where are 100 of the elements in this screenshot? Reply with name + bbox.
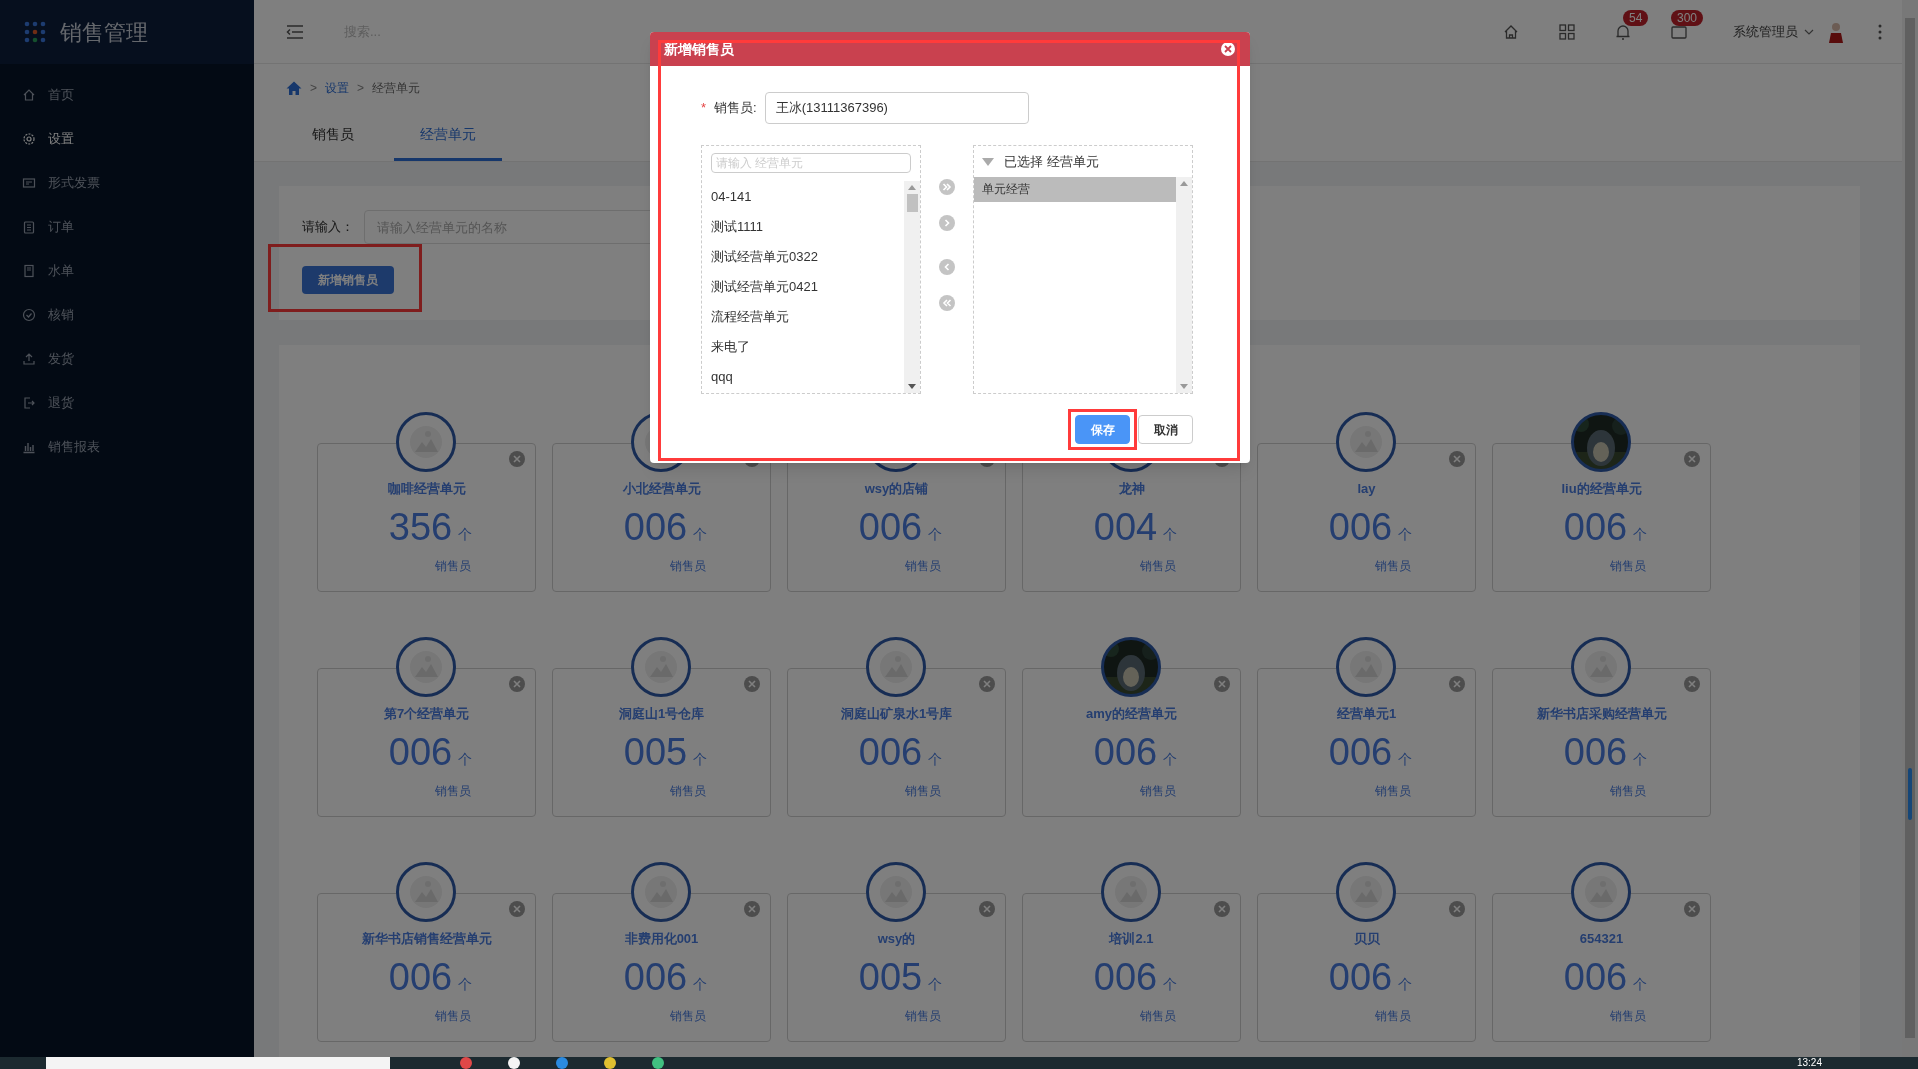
close-icon[interactable] (509, 451, 525, 467)
count-value: 006 (1093, 729, 1158, 774)
document-icon (22, 264, 36, 278)
save-button[interactable]: 保存 (1075, 415, 1130, 444)
unit-name: liu的经营单元 (1561, 480, 1642, 498)
card-caption: 销售员 (1139, 557, 1176, 575)
unit-card[interactable]: 新华书店采购经营单元 006 个 销售员 (1492, 668, 1711, 817)
list-item[interactable]: qqq (702, 362, 904, 392)
list-item[interactable]: 测试经营单元0322 (702, 242, 904, 272)
unit-card[interactable]: 非费用化001 006 个 销售员 (552, 893, 771, 1042)
unit-card[interactable]: 咖啡经营单元 356 个 销售员 (317, 443, 536, 592)
more-icon[interactable] (1878, 23, 1882, 40)
close-icon[interactable] (1214, 676, 1230, 692)
close-icon[interactable] (509, 901, 525, 917)
list-item[interactable]: 04-141 (702, 182, 904, 212)
envelope-icon[interactable] (1671, 23, 1687, 40)
up-arrow-icon[interactable] (1180, 181, 1188, 186)
unit-card[interactable]: 经营单元1 006 个 销售员 (1257, 668, 1476, 817)
clipboard-icon (22, 220, 36, 234)
scroll-thumb[interactable] (906, 194, 918, 212)
user-menu[interactable]: 系统管理员 (1733, 21, 1814, 42)
scroll-thumb[interactable] (1905, 18, 1915, 1038)
sidebar-item[interactable]: 设置 (0, 117, 254, 161)
close-icon[interactable] (509, 676, 525, 692)
sidebar-item[interactable]: 核销 (0, 293, 254, 337)
add-button[interactable]: 新增销售员 (302, 266, 394, 294)
close-icon[interactable] (979, 676, 995, 692)
count-value: 006 (388, 954, 453, 999)
count-value: 006 (1563, 729, 1628, 774)
menu-icon[interactable] (286, 23, 304, 40)
unit-name: 洞庭山1号仓库 (618, 705, 705, 723)
image-placeholder-icon (1336, 412, 1396, 472)
sidebar-item[interactable]: 订单 (0, 205, 254, 249)
bell-icon[interactable] (1615, 23, 1631, 40)
unit-label: 个 (928, 749, 943, 769)
list-item[interactable]: 流程经营单元 (702, 302, 904, 332)
list-item[interactable]: 测试1111 (702, 212, 904, 242)
unit-card[interactable]: liu的经营单元 006 个 销售员 (1492, 443, 1711, 592)
list-scrollbar[interactable] (904, 181, 920, 393)
sidebar-item[interactable]: 发货 (0, 337, 254, 381)
close-icon[interactable] (1214, 901, 1230, 917)
unit-card[interactable]: 新华书店销售经营单元 006 个 销售员 (317, 893, 536, 1042)
scroll-indicator (1908, 768, 1912, 820)
breadcrumb-link[interactable]: 设置 (325, 79, 349, 97)
home-icon[interactable] (286, 81, 302, 95)
field-label: 销售员: (714, 99, 757, 118)
unit-card[interactable]: 洞庭山矿泉水1号库 006 个 销售员 (787, 668, 1006, 817)
unit-card[interactable]: 洞庭山1号仓库 005 个 销售员 (552, 668, 771, 817)
sidebar-item[interactable]: 形式发票 (0, 161, 254, 205)
close-icon[interactable] (1449, 676, 1465, 692)
taskbar-search-field[interactable] (46, 1057, 390, 1069)
list-item[interactable]: 来电了 (702, 332, 904, 362)
triangle-down-icon[interactable] (982, 157, 994, 166)
unit-card[interactable]: 654321 006 个 销售员 (1492, 893, 1711, 1042)
unit-card[interactable]: 第7个经营单元 006 个 销售员 (317, 668, 536, 817)
app-icon[interactable] (508, 1057, 520, 1069)
sidebar-item[interactable]: 首页 (0, 73, 254, 117)
tab[interactable]: 销售员 (286, 110, 380, 161)
count-value: 006 (1328, 504, 1393, 549)
home-icon[interactable] (1503, 23, 1519, 40)
unit-label: 个 (1163, 974, 1178, 994)
sidebar-item[interactable]: 销售报表 (0, 425, 254, 469)
app-icon[interactable] (652, 1057, 664, 1069)
close-icon[interactable] (1684, 451, 1700, 467)
close-icon[interactable] (1684, 676, 1700, 692)
close-icon[interactable] (1449, 901, 1465, 917)
unit-name: lay (1357, 480, 1376, 498)
app-icon[interactable] (604, 1057, 616, 1069)
list-item[interactable]: 单元经营 (974, 177, 1176, 202)
count-value: 006 (1563, 504, 1628, 549)
cancel-button[interactable]: 取消 (1138, 415, 1193, 444)
breadcrumb-current: 经营单元 (372, 80, 421, 97)
sidebar-item[interactable]: 水单 (0, 249, 254, 293)
list-scrollbar[interactable] (1176, 177, 1192, 393)
close-icon[interactable] (1220, 41, 1236, 57)
unit-card[interactable]: 小北经营单元 006 个 销售员 (552, 443, 771, 592)
down-arrow-icon[interactable] (908, 384, 916, 389)
unit-card[interactable]: wsy的 005 个 销售员 (787, 893, 1006, 1042)
close-icon[interactable] (744, 901, 760, 917)
close-icon[interactable] (1684, 901, 1700, 917)
close-icon[interactable] (979, 901, 995, 917)
unit-label: 个 (928, 974, 943, 994)
person-icon[interactable] (1828, 20, 1844, 43)
card-caption: 销售员 (904, 1007, 941, 1025)
unit-label: 个 (1398, 749, 1413, 769)
seller-field[interactable]: 王冰(13111367396) (764, 92, 1029, 124)
grid-icon[interactable] (1559, 23, 1575, 40)
count-value: 006 (388, 729, 453, 774)
unit-card[interactable]: 培训2.1 006 个 销售员 (1022, 893, 1241, 1042)
unit-name: 贝贝 (1353, 930, 1380, 948)
unit-card[interactable]: lay 006 个 销售员 (1257, 443, 1476, 592)
close-icon[interactable] (1449, 451, 1465, 467)
close-icon[interactable] (744, 676, 760, 692)
sidebar-item[interactable]: 退货 (0, 381, 254, 425)
list-item[interactable]: 测试经营单元0421 (702, 272, 904, 302)
tab[interactable]: 经营单元 (394, 110, 502, 161)
unit-card[interactable]: 贝贝 006 个 销售员 (1257, 893, 1476, 1042)
card-caption: 销售员 (434, 1007, 471, 1025)
up-arrow-icon[interactable] (908, 185, 916, 190)
unit-card[interactable]: amy的经营单元 006 个 销售员 (1022, 668, 1241, 817)
